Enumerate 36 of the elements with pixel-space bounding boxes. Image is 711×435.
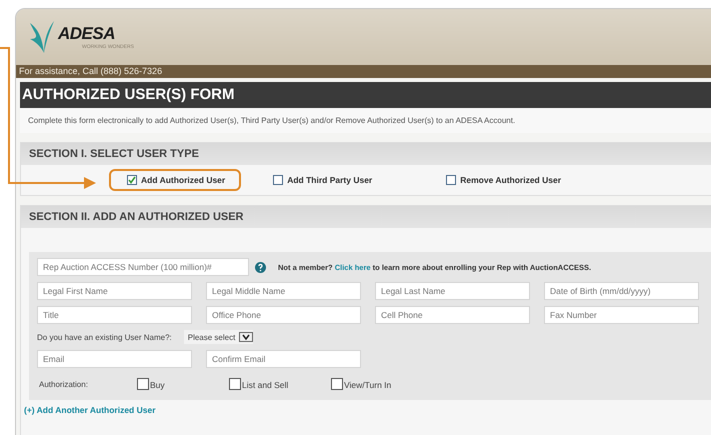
intro-text: Complete this form electronically to add Authorized User(s), Third Party User(s) and/or Remove Authorized User(s) to an ADESA Account.	[20, 108, 711, 133]
checkbox[interactable]	[127, 175, 137, 185]
user-type-option[interactable]: Remove Authorized User	[428, 169, 578, 191]
checkbox[interactable]	[137, 378, 149, 390]
help-icon	[255, 262, 266, 272]
username-question: Do you have an existing User Name?:	[37, 332, 172, 342]
section-heading: SECTION I. SELECT USER TYPE	[21, 143, 711, 165]
input-field[interactable]: Legal Last Name	[375, 282, 530, 300]
select-dropdown[interactable]: Please select	[184, 330, 254, 344]
input-field[interactable]: Confirm Email	[206, 350, 361, 368]
input-field[interactable]: Legal First Name	[37, 282, 192, 300]
user-type-option[interactable]: Add Authorized User	[109, 169, 242, 191]
checkbox[interactable]	[273, 175, 284, 185]
input-field[interactable]: Rep Auction ACCESS Number (100 million)#	[37, 258, 249, 276]
dropdown-caret-icon	[239, 332, 254, 342]
input-field[interactable]: Cell Phone	[375, 306, 530, 324]
checkbox[interactable]	[331, 378, 343, 390]
logo-text: ADESA	[58, 24, 116, 44]
input-field[interactable]: Date of Birth (mm/dd/yyyy)	[544, 282, 699, 300]
authorization-label: Authorization:	[39, 380, 89, 388]
input-field[interactable]: Fax Number	[544, 306, 699, 324]
authorization-option[interactable]: View/Turn In	[331, 378, 433, 390]
section-heading: SECTION II. ADD AN AUTHORIZED USER	[21, 206, 711, 228]
input-field[interactable]: Legal Middle Name	[206, 282, 361, 300]
authorization-option[interactable]: Buy	[137, 378, 229, 390]
assistance-bar: For assistance, Call (888) 526-7326	[16, 65, 711, 78]
add-user-link[interactable]: (+) Add Another Authorized User	[24, 405, 156, 415]
input-field[interactable]: Title	[37, 306, 192, 324]
input-field[interactable]: Email	[37, 350, 192, 368]
checkbox[interactable]	[446, 175, 456, 185]
user-type-option[interactable]: Add Third Party User	[255, 169, 388, 191]
input-field[interactable]: Office Phone	[206, 306, 361, 324]
bird-logo-icon	[28, 19, 56, 55]
authorization-option[interactable]: List and Sell	[229, 378, 331, 390]
form-title: AUTHORIZED USER(S) FORM	[20, 82, 711, 108]
checkbox[interactable]	[229, 378, 241, 390]
